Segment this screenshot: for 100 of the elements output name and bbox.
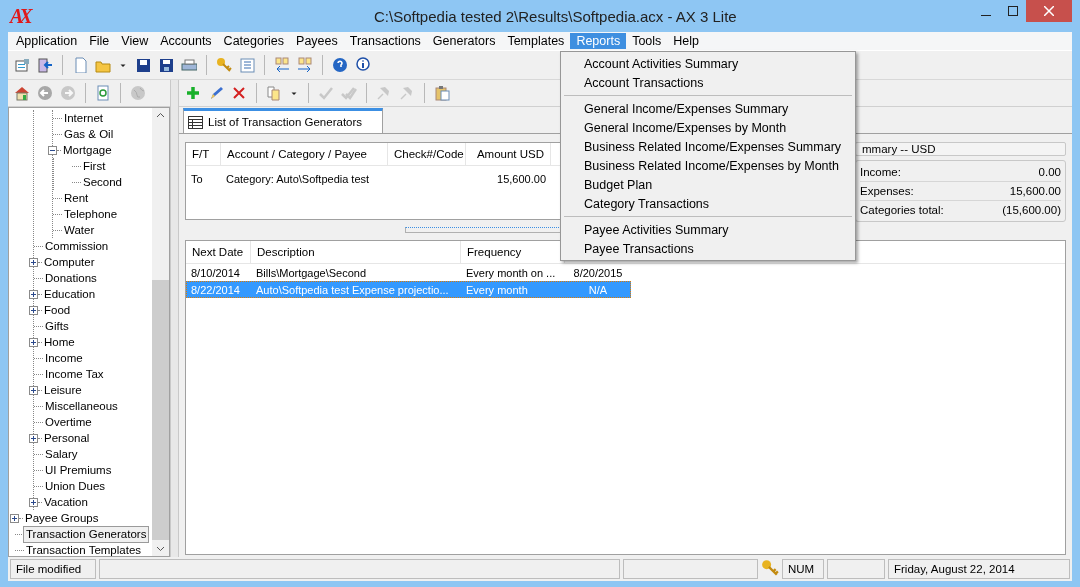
save-icon[interactable] — [135, 57, 151, 73]
maximize-icon — [1007, 6, 1018, 16]
column-header[interactable]: Check#/Code — [388, 143, 466, 165]
save-as-icon[interactable] — [158, 57, 174, 73]
tree-item[interactable]: Overtime — [43, 414, 94, 430]
expand-box-icon[interactable] — [29, 385, 38, 395]
menu-item[interactable]: Categories — [217, 33, 291, 49]
clipboard-icon[interactable] — [434, 85, 450, 101]
delete-cross-icon[interactable] — [231, 85, 247, 101]
home-icon[interactable] — [14, 85, 30, 101]
menu-item[interactable]: General Income/Expenses by Month — [561, 118, 855, 137]
tree-item[interactable]: Rent — [62, 190, 91, 206]
tree-item[interactable]: Home — [42, 334, 77, 350]
column-header[interactable]: Description — [251, 241, 461, 263]
documents-arrow-left-icon[interactable] — [274, 57, 290, 73]
column-header[interactable]: Account / Category / Payee — [221, 143, 388, 165]
summary-value: 15,600.00 — [1009, 185, 1061, 197]
menu-item[interactable]: Category Transactions — [561, 194, 855, 213]
scrollbar[interactable] — [152, 108, 169, 556]
tree-item[interactable]: Mortgage — [61, 142, 114, 158]
tree-item[interactable]: Food — [42, 302, 73, 318]
menu-item[interactable]: Account Transactions — [561, 73, 855, 92]
tree-item[interactable]: Water — [62, 222, 97, 238]
menu-item[interactable]: Accounts — [154, 33, 218, 49]
tree-item[interactable]: Gas & Oil — [62, 126, 116, 142]
plus-icon[interactable] — [185, 85, 201, 101]
window-title: C:\Softpedia tested 2\Results\Softpedia.acx - AX 3 Lite — [374, 7, 738, 25]
tree-item[interactable]: Income Tax — [43, 366, 106, 382]
expand-box-icon[interactable] — [29, 257, 38, 267]
tree-item[interactable]: First — [81, 158, 108, 174]
menu-item[interactable]: Account Activities Summary — [561, 54, 855, 73]
exit-door-icon[interactable] — [37, 57, 53, 73]
column-header[interactable]: F/T — [186, 143, 221, 165]
menu-item[interactable]: Payee Activities Summary — [561, 220, 855, 239]
expand-box-icon[interactable] — [29, 497, 38, 507]
tree-item[interactable]: Transaction Templates — [24, 542, 144, 556]
tree-item[interactable]: Leisure — [42, 382, 84, 398]
tree-item[interactable]: Income — [43, 350, 85, 366]
collapse-box-icon[interactable] — [48, 145, 57, 155]
tree-item[interactable]: Miscellaneous — [43, 398, 120, 414]
menu-item[interactable]: Generators — [426, 33, 502, 49]
tree-item[interactable]: Personal — [42, 430, 92, 446]
expand-box-icon[interactable] — [10, 513, 19, 523]
tab[interactable]: List of Transaction Generators — [183, 108, 384, 133]
menu-item[interactable]: Payees — [290, 33, 344, 49]
menu-item[interactable]: Help — [667, 33, 706, 49]
table-cell-text: N/A — [587, 282, 609, 298]
printer-icon[interactable] — [181, 57, 197, 73]
copy-documents-icon[interactable] — [266, 85, 282, 101]
tree-item[interactable]: Telephone — [62, 206, 120, 222]
tree-item[interactable]: Vacation — [42, 494, 90, 510]
tree-item[interactable]: Second — [81, 174, 124, 190]
tree-item[interactable]: Internet — [62, 110, 105, 126]
tree-item[interactable]: Payee Groups — [23, 510, 101, 526]
minimize-icon — [980, 14, 991, 16]
menu-item[interactable]: General Income/Expenses Summary — [561, 99, 855, 118]
menu-item[interactable]: Tools — [626, 33, 668, 49]
expand-box-icon[interactable] — [29, 337, 38, 347]
tree-item[interactable]: Computer — [42, 254, 97, 270]
documents-arrow-right-icon[interactable] — [297, 57, 313, 73]
scroll-down-icon[interactable] — [156, 546, 165, 552]
scroll-up-icon[interactable] — [156, 112, 165, 118]
expand-box-icon[interactable] — [29, 305, 38, 315]
table-cell-text: Category: Auto\Softpedia test — [225, 171, 371, 187]
table-icon — [188, 115, 203, 129]
table-cell-text: To — [190, 171, 204, 187]
info-icon[interactable] — [355, 57, 371, 73]
tree-item[interactable]: Education — [42, 286, 98, 302]
key-icon — [761, 559, 779, 577]
tree-item[interactable]: Salary — [43, 446, 80, 462]
column-header[interactable]: Amount USD — [466, 143, 551, 165]
menu-item[interactable]: Budget Plan — [561, 175, 855, 194]
menu-item[interactable]: Business Related Income/Expenses Summary — [561, 137, 855, 156]
menu-item[interactable]: Application — [10, 33, 84, 49]
menu-item[interactable]: Transactions — [343, 33, 427, 49]
menu-item[interactable]: Business Related Income/Expenses by Month — [561, 156, 855, 175]
properties-icon[interactable] — [14, 57, 30, 73]
summary-label: Categories total: — [860, 204, 944, 216]
key-icon[interactable] — [216, 57, 232, 73]
summary-label: Income: — [860, 166, 901, 178]
tree-item[interactable]: Donations — [43, 270, 99, 286]
tree-item[interactable]: Gifts — [43, 318, 71, 334]
table-row[interactable]: 8/10/2014 Bills\Mortgage\Second Every month on ... 8/20/2015 — [186, 264, 631, 281]
refresh-icon[interactable] — [95, 85, 111, 101]
tree-item[interactable]: Commission — [43, 238, 111, 254]
expand-box-icon[interactable] — [29, 289, 38, 299]
expand-box-icon[interactable] — [29, 433, 38, 443]
tree-item[interactable]: Union Dues — [43, 478, 108, 494]
column-header[interactable]: Next Date — [186, 241, 251, 263]
pencil-icon[interactable] — [208, 85, 224, 101]
menu-item[interactable]: Templates — [501, 33, 571, 49]
new-document-icon[interactable] — [72, 57, 88, 73]
menu-item[interactable]: File — [83, 33, 116, 49]
menu-item[interactable]: View — [115, 33, 155, 49]
table-cell-text: 8/20/2015 — [572, 265, 624, 281]
table-cell-text: Auto\Softpedia test Expense projectio... — [255, 282, 450, 298]
help-icon[interactable] — [332, 57, 348, 73]
tree-item[interactable]: Transaction Generators — [24, 526, 149, 542]
status-panel: File modified — [10, 559, 96, 579]
tree-item[interactable]: UI Premiums — [43, 462, 114, 478]
